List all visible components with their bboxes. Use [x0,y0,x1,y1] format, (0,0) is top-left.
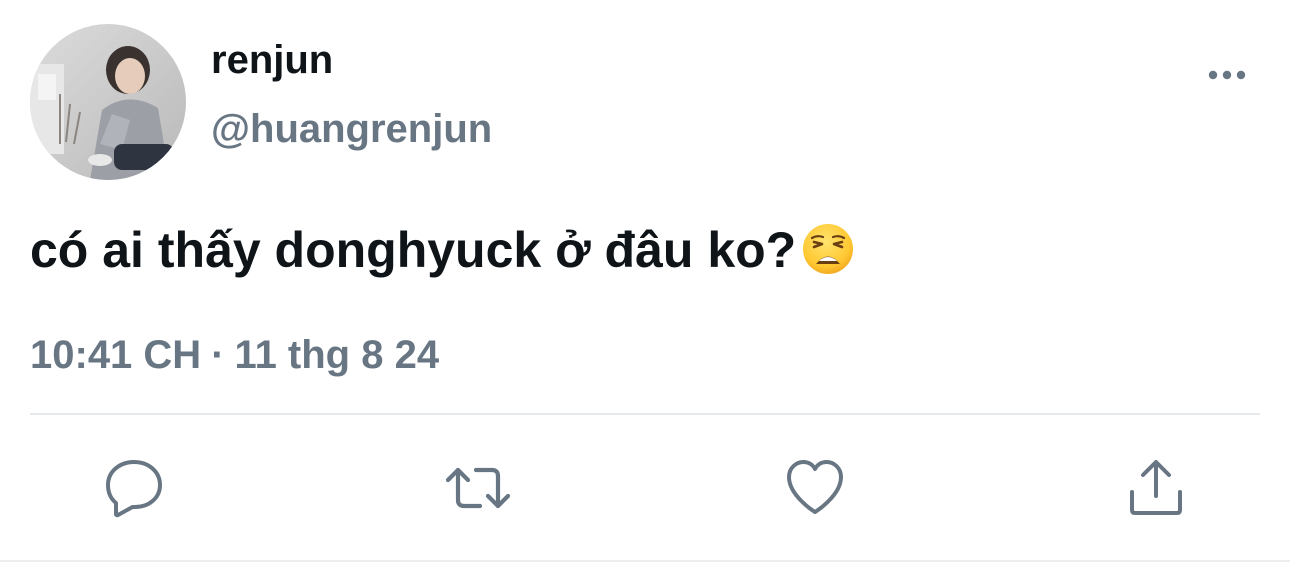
retweet-button[interactable] [444,458,511,518]
tweet-date: 11 thg 8 24 [234,333,440,377]
retweet-icon [445,467,511,509]
tweet-time: 10:41 CH [30,333,202,377]
timestamp-separator: · [211,333,225,377]
tweet-card: renjun @huangrenjun có ai thấy donghyuck… [0,0,1290,579]
avatar[interactable] [30,24,186,180]
bottom-divider [0,560,1290,562]
author-display-name[interactable]: renjun [211,36,333,84]
tweet-timestamp[interactable]: 10:41 CH · 11 thg 8 24 [30,330,439,380]
more-options-button[interactable] [1204,60,1250,90]
reply-button[interactable] [104,458,164,518]
tweet-body: có ai thấy donghyuck ở đâu ko? [30,222,797,278]
share-button[interactable] [1126,458,1186,518]
weary-face-emoji-icon [802,223,854,290]
share-icon [1130,460,1182,515]
like-button[interactable] [785,458,845,518]
speech-bubble-icon [106,460,162,518]
divider [30,413,1260,415]
avatar-photo [30,24,186,180]
more-dots-icon [1208,70,1246,80]
tweet-text: có ai thấy donghyuck ở đâu ko? [30,218,854,290]
heart-icon [787,460,843,514]
author-handle[interactable]: @huangrenjun [211,104,492,154]
